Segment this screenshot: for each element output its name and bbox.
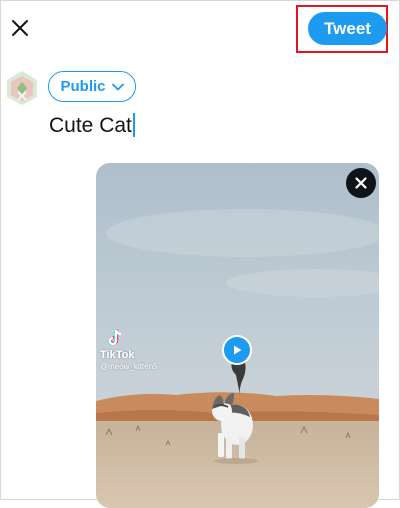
play-icon [234, 345, 242, 355]
tweet-text: Cute Cat [49, 114, 132, 137]
tiktok-handle-label: @meow_kitten5 [100, 362, 158, 371]
tweet-button[interactable]: Tweet [308, 12, 387, 45]
close-icon [12, 20, 28, 36]
avatar [6, 70, 38, 106]
audience-selector[interactable]: Public [48, 71, 136, 102]
play-button[interactable] [222, 335, 252, 365]
tiktok-icon [109, 329, 122, 346]
tweet-text-input[interactable]: Cute Cat [49, 113, 135, 138]
close-icon [355, 177, 367, 189]
remove-media-button[interactable] [346, 168, 376, 198]
tiktok-brand-label: TikTok [100, 349, 135, 361]
media-attachment[interactable]: TikTok @meow_kitten5 [96, 163, 379, 508]
text-caret [132, 113, 135, 137]
chevron-down-icon [111, 83, 124, 90]
close-compose-button[interactable] [6, 14, 34, 42]
audience-label: Public [60, 78, 106, 95]
